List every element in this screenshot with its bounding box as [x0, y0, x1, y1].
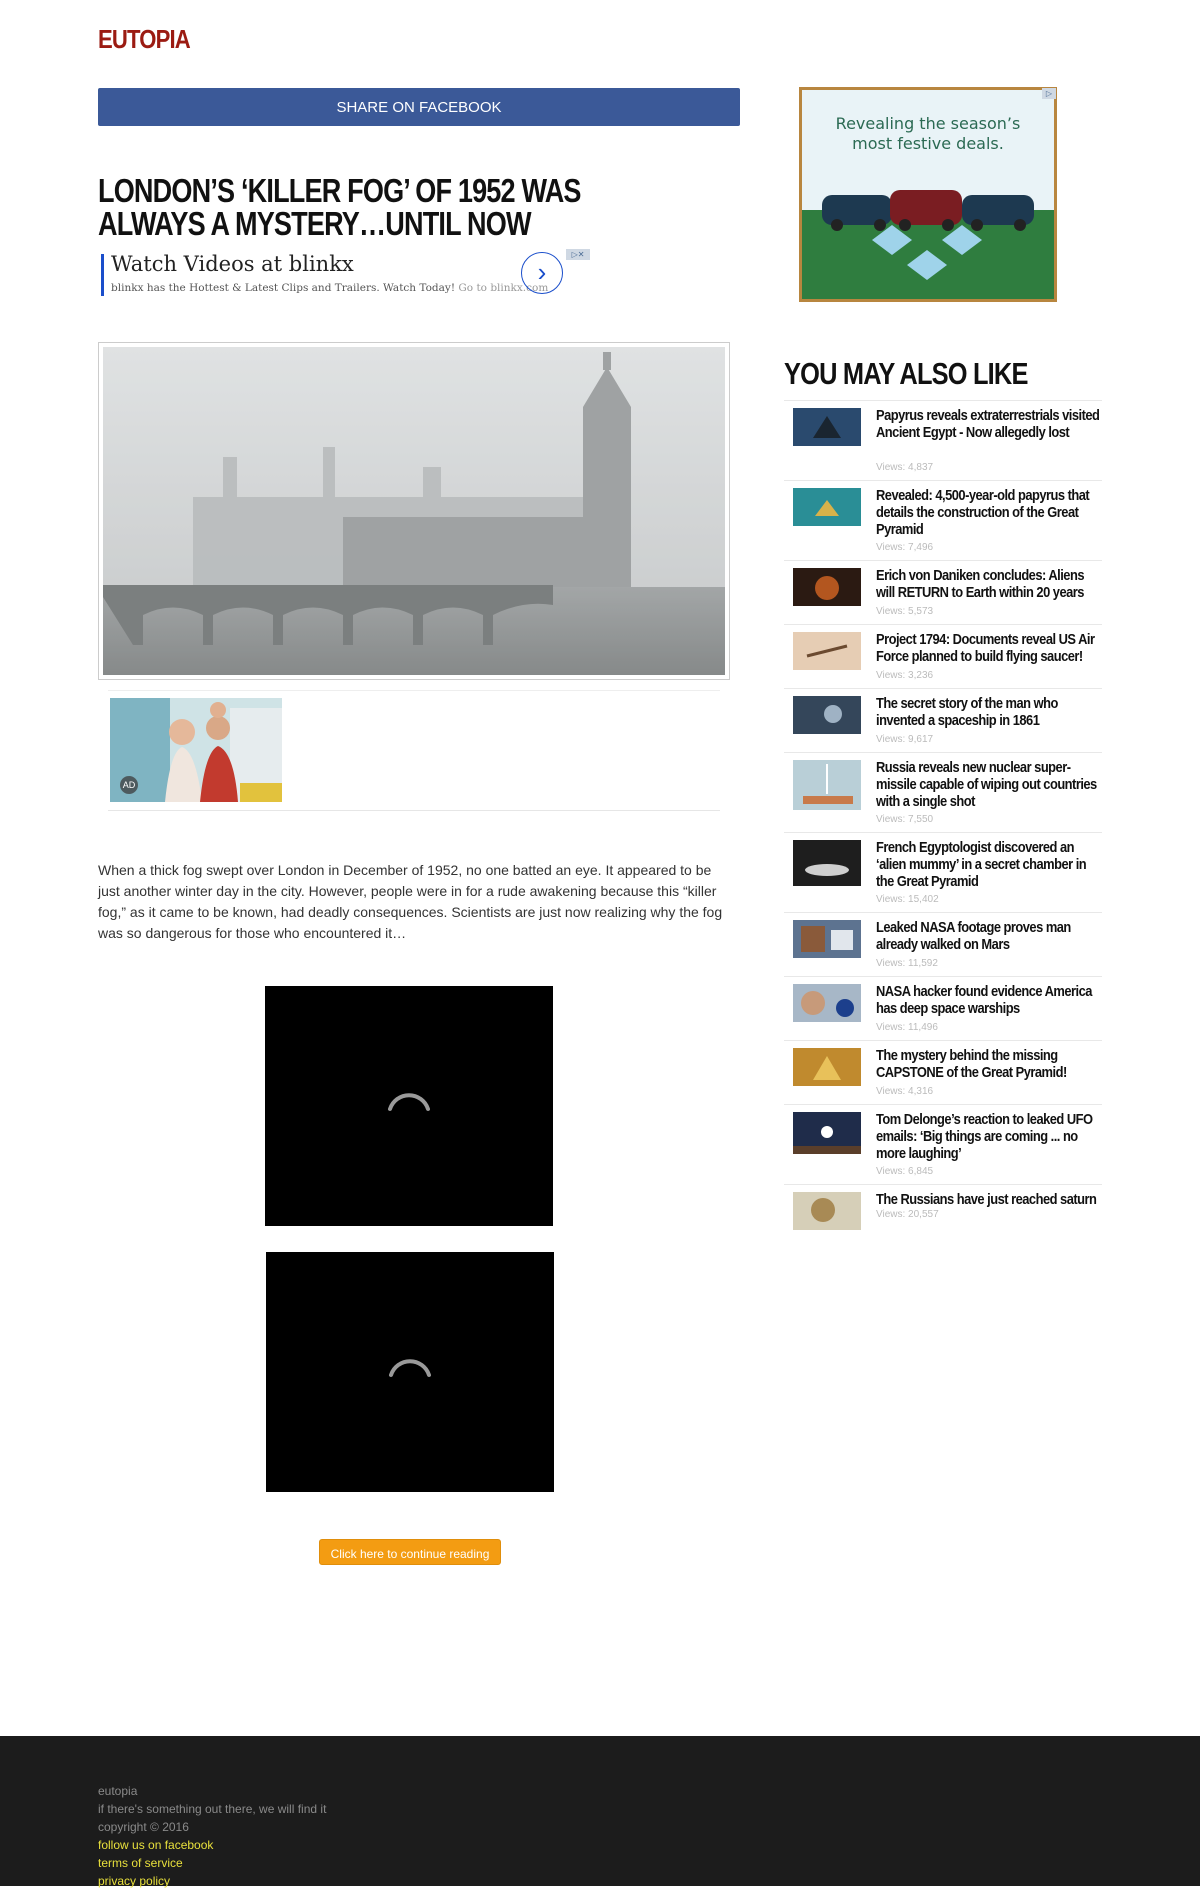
footer-site-name: eutopia	[98, 1784, 138, 1798]
article-thumbnail	[793, 696, 861, 734]
related-article[interactable]: Erich von Daniken concludes: Aliens will…	[784, 560, 1102, 624]
related-article-headline[interactable]: Erich von Daniken concludes: Aliens will…	[876, 567, 1100, 601]
text-ad-description: blinkx has the Hottest & Latest Clips an…	[111, 282, 548, 294]
related-article[interactable]: The secret story of the man who invented…	[784, 688, 1102, 752]
related-article-headline[interactable]: Tom Delonge’s reaction to leaked UFO ema…	[876, 1111, 1100, 1162]
related-article[interactable]: Leaked NASA footage proves man already w…	[784, 912, 1102, 976]
video-player[interactable]	[265, 986, 553, 1226]
article-thumbnail	[793, 488, 861, 526]
article-title: LONDON’S ‘KILLER FOG’ OF 1952 WAS ALWAYS…	[98, 172, 581, 242]
footer-tagline: if there's something out there, we will …	[98, 1802, 327, 1816]
related-article-headline[interactable]: Leaked NASA footage proves man already w…	[876, 919, 1100, 953]
site-logo[interactable]: EUTOPIA	[98, 24, 191, 55]
related-article[interactable]: Project 1794: Documents reveal US Air Fo…	[784, 624, 1102, 688]
article-thumbnail	[793, 408, 861, 446]
related-article-headline[interactable]: Russia reveals new nuclear super-missile…	[876, 759, 1100, 810]
related-article[interactable]: NASA hacker found evidence America has d…	[784, 976, 1102, 1040]
view-count: Views: 11,592	[876, 958, 938, 969]
article-thumbnail	[793, 1048, 861, 1086]
related-article-headline[interactable]: NASA hacker found evidence America has d…	[876, 983, 1100, 1017]
loading-spinner-icon	[388, 1093, 430, 1111]
article-thumbnail	[793, 984, 861, 1022]
sidebar-title: YOU MAY ALSO LIKE	[784, 356, 1028, 391]
ad-accent-bar	[101, 254, 104, 296]
footer-copyright: copyright © 2016	[98, 1820, 189, 1834]
chevron-right-icon[interactable]: ›	[521, 252, 563, 294]
related-article[interactable]: The Russians have just reached saturn Vi…	[784, 1184, 1102, 1234]
divider	[108, 690, 720, 691]
sidebar-ad[interactable]: Revealing the season’s most festive deal…	[799, 87, 1057, 302]
related-article[interactable]: Revealed: 4,500-year-old papyrus that de…	[784, 480, 1102, 560]
article-thumbnail	[793, 568, 861, 606]
divider	[108, 810, 720, 811]
footer-link-terms[interactable]: terms of service	[98, 1856, 183, 1870]
continue-reading-button[interactable]: Click here to continue reading	[319, 1539, 501, 1565]
ad-badge: AD	[120, 776, 138, 794]
view-count: Views: 20,557	[876, 1209, 939, 1220]
related-articles-list: Papyrus reveals extraterrestrials visite…	[784, 400, 1102, 1234]
view-count: Views: 7,496	[876, 542, 934, 553]
article-thumbnail	[793, 840, 861, 886]
related-article[interactable]: Papyrus reveals extraterrestrials visite…	[784, 400, 1102, 480]
related-article[interactable]: French Egyptologist discovered an ‘alien…	[784, 832, 1102, 912]
related-article-headline[interactable]: Project 1794: Documents reveal US Air Fo…	[876, 631, 1100, 665]
article-intro: When a thick fog swept over London in De…	[98, 862, 723, 941]
sidebar-ad-text: Revealing the season’s most festive deal…	[802, 114, 1054, 154]
article-thumbnail	[793, 632, 861, 670]
view-count: Views: 11,496	[876, 1022, 938, 1033]
share-facebook-button[interactable]: SHARE ON FACEBOOK	[98, 88, 740, 126]
related-article-headline[interactable]: The Russians have just reached saturn	[876, 1191, 1100, 1208]
text-ad-description-text: blinkx has the Hottest & Latest Clips an…	[111, 282, 456, 294]
text-ad-headline[interactable]: Watch Videos at blinkx	[111, 252, 354, 276]
article-thumbnail	[793, 920, 861, 958]
article-hero-image	[98, 342, 730, 680]
loading-spinner-icon	[389, 1359, 431, 1377]
view-count: Views: 9,617	[876, 734, 934, 745]
related-article-headline[interactable]: Papyrus reveals extraterrestrials visite…	[876, 407, 1100, 441]
view-count: Views: 15,402	[876, 894, 939, 905]
article-thumbnail	[793, 1112, 861, 1154]
adchoices-icon[interactable]: ▷✕	[566, 249, 590, 260]
related-article-headline[interactable]: French Egyptologist discovered an ‘alien…	[876, 839, 1100, 890]
view-count: Views: 7,550	[876, 814, 934, 825]
article-thumbnail	[793, 1192, 861, 1230]
view-count: Views: 5,573	[876, 606, 934, 617]
view-count: Views: 3,236	[876, 670, 934, 681]
footer-link-facebook[interactable]: follow us on facebook	[98, 1838, 213, 1852]
sidebar-ad-text-line: Revealing the season’s	[835, 114, 1021, 133]
article-thumbnail	[793, 760, 861, 810]
text-ad[interactable]: Watch Videos at blinkx blinkx has the Ho…	[100, 250, 596, 300]
view-count: Views: 6,845	[876, 1166, 934, 1177]
related-article[interactable]: Tom Delonge’s reaction to leaked UFO ema…	[784, 1104, 1102, 1184]
related-article[interactable]: The mystery behind the missing CAPSTONE …	[784, 1040, 1102, 1104]
site-footer: eutopia if there's something out there, …	[0, 1736, 1200, 1888]
sidebar-ad-text-line: most festive deals.	[852, 134, 1004, 153]
related-article[interactable]: Russia reveals new nuclear super-missile…	[784, 752, 1102, 832]
adchoices-icon[interactable]: ▷	[1042, 88, 1056, 99]
promo-ad-image[interactable]: AD	[110, 698, 282, 802]
related-article-headline[interactable]: The mystery behind the missing CAPSTONE …	[876, 1047, 1100, 1081]
related-article-headline[interactable]: Revealed: 4,500-year-old papyrus that de…	[876, 487, 1100, 538]
video-player[interactable]	[266, 1252, 554, 1492]
view-count: Views: 4,316	[876, 1086, 934, 1097]
view-count: Views: 4,837	[876, 462, 934, 473]
foggy-london-image	[103, 347, 725, 675]
related-article-headline[interactable]: The secret story of the man who invented…	[876, 695, 1100, 729]
